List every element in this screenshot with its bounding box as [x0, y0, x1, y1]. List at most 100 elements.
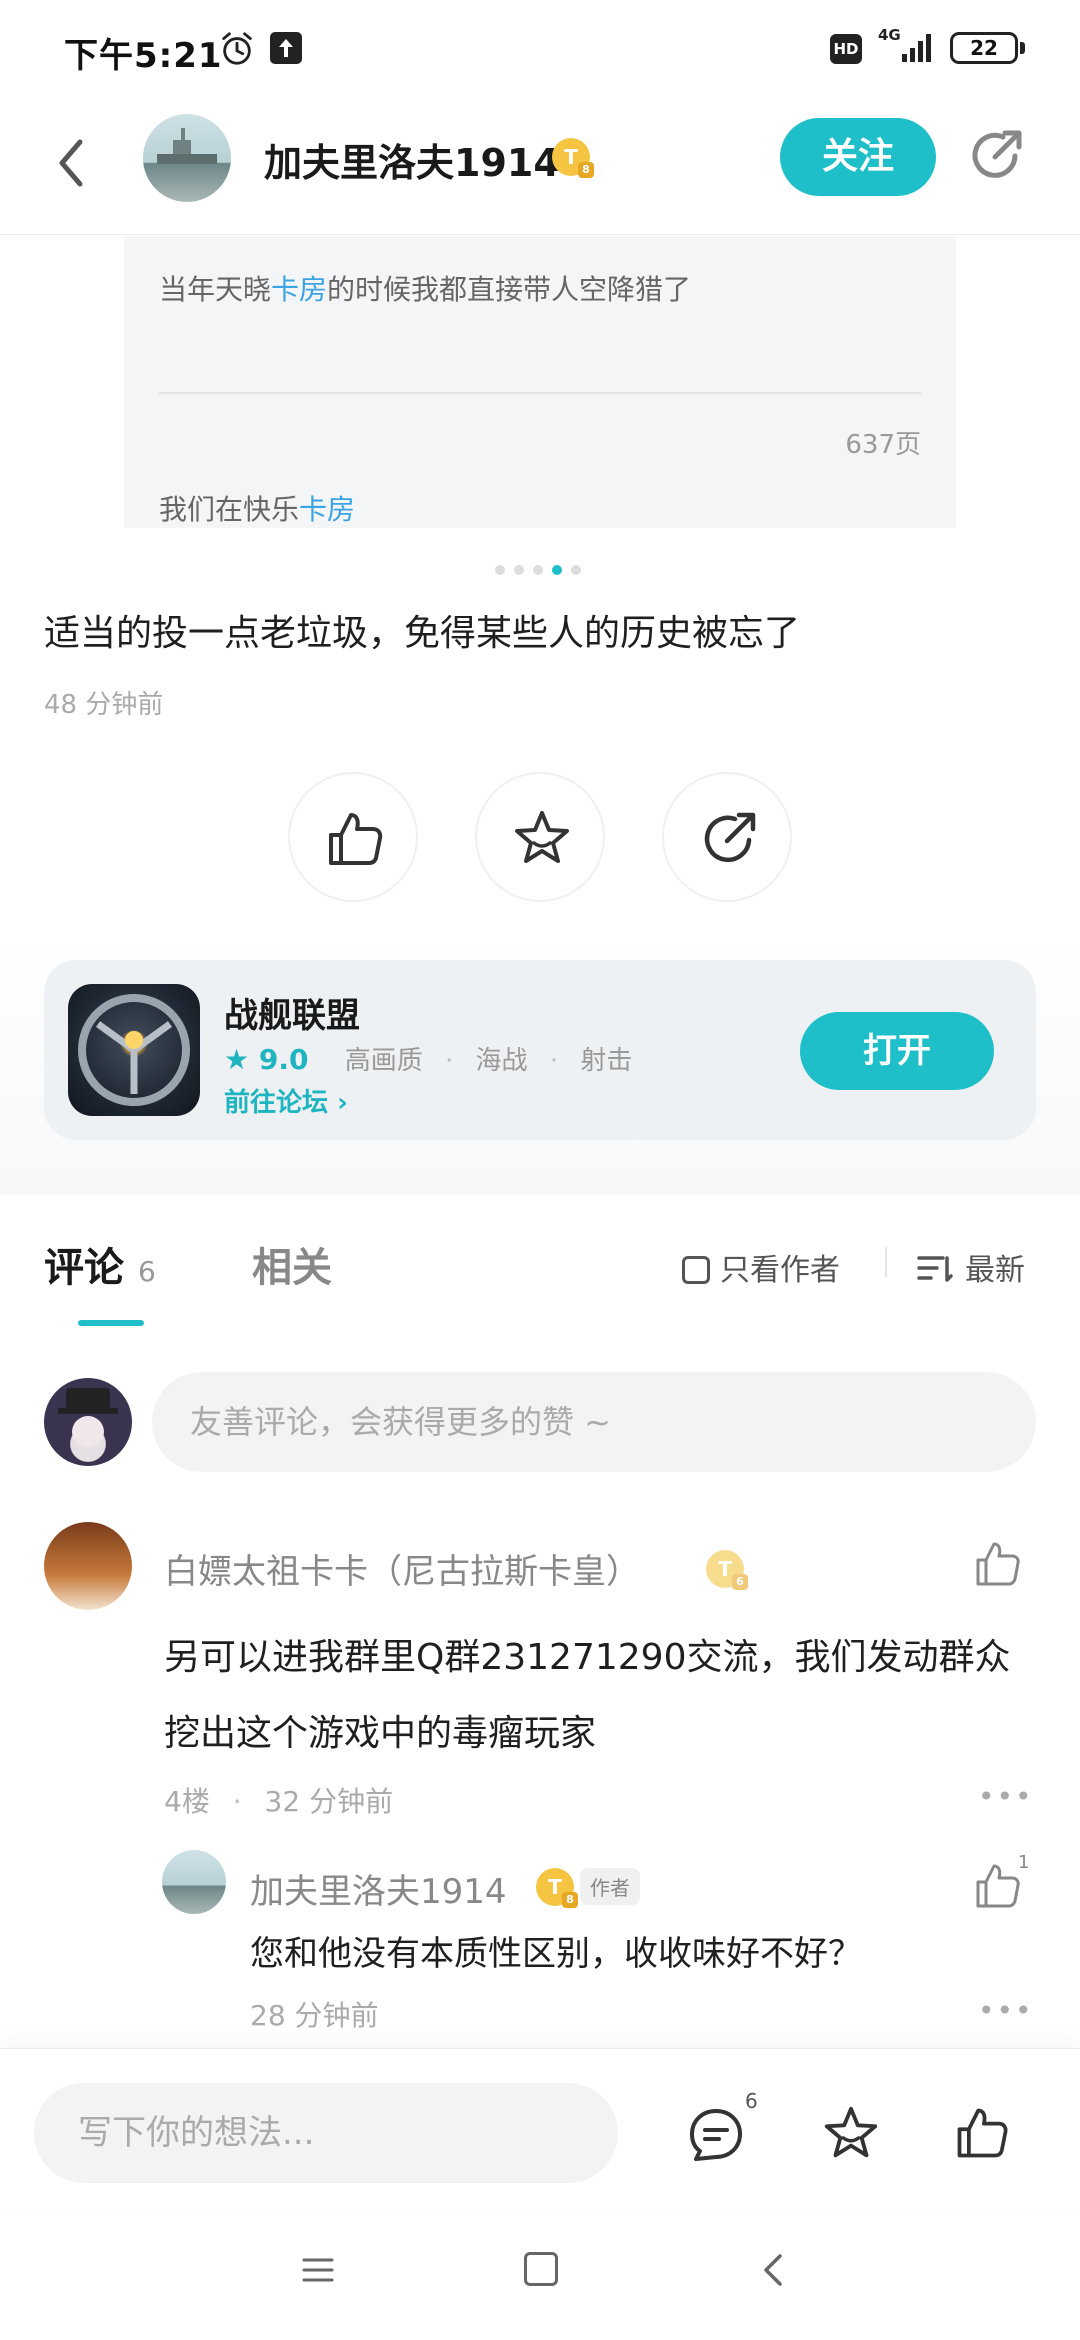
only-author-toggle[interactable]: 只看作者: [682, 1245, 840, 1289]
author-tag: 作者: [580, 1868, 640, 1905]
reply-username[interactable]: 加夫里洛夫1914: [250, 1864, 507, 1913]
quote-text: 当年天晓: [159, 273, 272, 306]
signal-icon: [902, 34, 931, 62]
badge-letter: T: [564, 145, 578, 169]
comment-input[interactable]: 友善评论，会获得更多的赞 ~: [152, 1372, 1036, 1472]
sort-button[interactable]: 最新: [915, 1245, 1025, 1289]
forum-link-label: 前往论坛: [224, 1088, 329, 1118]
quote-page-number: 637页: [845, 430, 921, 460]
game-score: ★ 9.0: [224, 1043, 309, 1076]
badge-level: 8: [578, 162, 594, 178]
carousel-indicator: [495, 560, 590, 575]
post-timestamp: 48 分钟前: [44, 690, 164, 720]
tab-active-indicator: [78, 1320, 144, 1326]
commenter-avatar[interactable]: [44, 1522, 132, 1610]
author-avatar[interactable]: [143, 114, 231, 202]
carousel-dot: [514, 565, 524, 575]
tab-comments-count: 6: [138, 1255, 156, 1288]
reply-time: 28 分钟前: [250, 1999, 379, 2032]
game-name: 战舰联盟: [224, 996, 360, 1036]
tab-related[interactable]: 相关: [252, 1235, 332, 1293]
share-icon[interactable]: [965, 125, 1027, 187]
comment-icon[interactable]: [686, 2105, 746, 2165]
level-badge-icon: T 8: [536, 1868, 578, 1908]
comment-text: 另可以进我群里Q群231271290交流，我们发动群众挖出这个游戏中的毒瘤玩家: [164, 1637, 1011, 1754]
quote-text: 我们在快乐: [159, 493, 300, 526]
game-forum-link[interactable]: 前往论坛 ›: [224, 1082, 348, 1119]
open-game-button[interactable]: 打开: [800, 1012, 994, 1090]
commenter-name[interactable]: 白嫖太祖卡卡（尼古拉斯卡皇）: [164, 1544, 640, 1593]
carousel-dot: [495, 565, 505, 575]
badge-level: 8: [562, 1892, 578, 1908]
favorite-button[interactable]: [475, 772, 605, 902]
my-avatar[interactable]: [44, 1378, 132, 1466]
post-caption: 适当的投一点老垃圾，免得某些人的历史被忘了: [44, 613, 801, 654]
comment-floor: 4楼: [164, 1785, 210, 1818]
share-icon: [704, 812, 756, 862]
comment-tabs: 评论 6 相关 只看作者 最新: [0, 1195, 1080, 1335]
star-icon: [515, 811, 569, 863]
system-nav-bar: [0, 2210, 1080, 2340]
comment-like-icon[interactable]: [972, 1538, 1024, 1590]
comment-meta: 4楼 · 32 分钟前: [164, 1780, 393, 1820]
battery-tip: [1020, 42, 1025, 54]
thumbs-up-icon[interactable]: [952, 2103, 1012, 2163]
carousel-dot: [552, 565, 562, 575]
only-author-label: 只看作者: [720, 1253, 840, 1288]
status-bar: 下午5:21 HD 4G 22: [0, 0, 1080, 100]
game-score-value: 9.0: [258, 1043, 309, 1076]
like-button[interactable]: [288, 772, 418, 902]
game-section: 战舰联盟 ★ 9.0 高画质 · 海战 · 射击 前往论坛 › 打开: [0, 930, 1080, 1195]
level-badge-icon: T 8: [552, 138, 594, 178]
reply-avatar[interactable]: [162, 1850, 226, 1914]
game-tag: 海战: [475, 1046, 528, 1076]
network-type: 4G: [878, 26, 901, 44]
chevron-right-icon: ›: [337, 1088, 348, 1118]
tab-comments[interactable]: 评论 6: [44, 1235, 156, 1293]
quote-line-1: 当年天晓卡房的时候我都直接带人空降猎了: [159, 268, 691, 308]
status-time: 下午5:21: [64, 36, 223, 76]
image-carousel-card[interactable]: 当年天晓卡房的时候我都直接带人空降猎了 637页 我们在快乐卡房: [124, 236, 956, 528]
level-badge-icon: T 6: [706, 1550, 748, 1590]
back-icon[interactable]: [756, 2250, 792, 2290]
game-tag: 高画质: [344, 1046, 423, 1076]
carousel-dot: [571, 565, 581, 575]
top-header: 加夫里洛夫1914 T 8 关注: [0, 100, 1080, 235]
quote-highlight: 卡房: [271, 273, 328, 306]
carousel-dot: [533, 565, 543, 575]
separator: ·: [549, 1046, 559, 1076]
follow-button[interactable]: 关注: [780, 118, 936, 196]
sort-icon: [917, 1256, 953, 1282]
share-button[interactable]: [662, 772, 792, 902]
game-card[interactable]: 战舰联盟 ★ 9.0 高画质 · 海战 · 射击 前往论坛 › 打开: [44, 960, 1036, 1140]
battery-icon: 22: [950, 32, 1018, 64]
alarm-icon: [222, 32, 252, 65]
checkbox-icon: [682, 1256, 710, 1284]
home-icon[interactable]: [524, 2252, 558, 2286]
reply-like-icon[interactable]: [972, 1860, 1024, 1912]
back-button[interactable]: [44, 128, 104, 198]
badge-letter: T: [718, 1557, 732, 1581]
quote-line-2: 我们在快乐卡房: [159, 488, 355, 528]
quote-text: 的时候我都直接带人空降猎了: [327, 273, 692, 306]
more-options-icon[interactable]: •••: [978, 1780, 1034, 1813]
reply-text: 您和他没有本质性区别，收收味好不好？: [250, 1934, 862, 1974]
star-icon[interactable]: [820, 2103, 882, 2165]
tab-comments-label: 评论: [44, 1245, 124, 1291]
upload-icon: [270, 32, 302, 64]
divider: [159, 392, 921, 394]
more-options-icon[interactable]: •••: [978, 1994, 1034, 2027]
game-rating-row: ★ 9.0 高画质 · 海战 · 射击: [224, 1040, 632, 1077]
sort-label: 最新: [965, 1253, 1025, 1288]
badge-letter: T: [548, 1875, 562, 1899]
divider: [885, 1247, 887, 1277]
hd-icon: HD: [830, 34, 862, 64]
menu-icon[interactable]: [300, 2252, 336, 2288]
thought-input[interactable]: 写下你的想法...: [34, 2083, 618, 2183]
comment-count-badge: 6: [745, 2089, 758, 2113]
separator: ·: [445, 1046, 454, 1076]
badge-level: 6: [732, 1574, 748, 1590]
game-tag: 射击: [580, 1046, 633, 1076]
author-username[interactable]: 加夫里洛夫1914: [264, 132, 560, 187]
separator: ·: [232, 1785, 242, 1818]
